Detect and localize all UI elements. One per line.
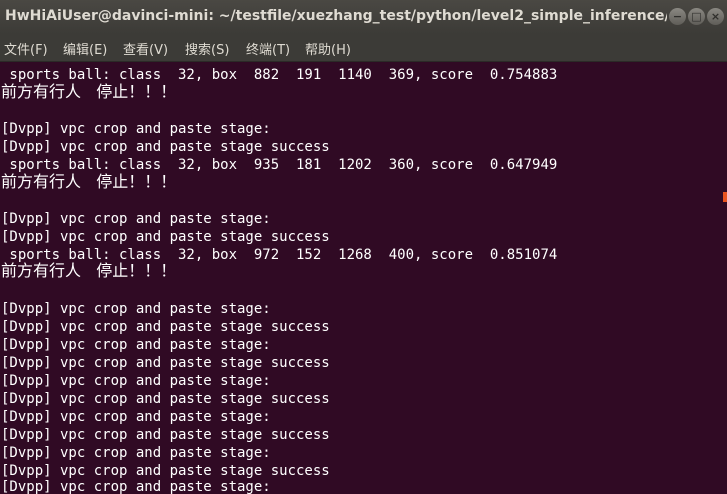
terminal-line: [Dvpp] vpc crop and paste stage: bbox=[1, 445, 271, 461]
terminal-output[interactable]: sports ball: class 32, box 882 191 1140 … bbox=[0, 62, 727, 494]
menu-search[interactable]: 搜索(S) bbox=[185, 39, 229, 58]
terminal-line: [Dvpp] vpc crop and paste stage success bbox=[1, 391, 330, 407]
menu-view[interactable]: 查看(V) bbox=[123, 39, 168, 58]
terminal-line: [Dvpp] vpc crop and paste stage success bbox=[1, 139, 330, 155]
terminal-line: [Dvpp] vpc crop and paste stage: bbox=[1, 121, 271, 137]
close-button[interactable]: × bbox=[707, 8, 724, 25]
terminal-line: 前方有行人 停止！！！ bbox=[1, 261, 177, 280]
terminal-line: 前方有行人 停止！！！ bbox=[1, 82, 177, 101]
terminal-line: [Dvpp] vpc crop and paste stage: bbox=[1, 301, 271, 317]
menu-file[interactable]: 文件(F) bbox=[4, 39, 48, 58]
terminal-line: [Dvpp] vpc crop and paste stage: bbox=[1, 211, 271, 227]
terminal-line: [Dvpp] vpc crop and paste stage success bbox=[1, 319, 330, 335]
terminal-line: [Dvpp] vpc crop and paste stage: bbox=[1, 409, 271, 425]
terminal-line: [Dvpp] vpc crop and paste stage success bbox=[1, 229, 330, 245]
menu-terminal[interactable]: 终端(T) bbox=[246, 39, 290, 58]
maximize-button[interactable]: □ bbox=[688, 8, 705, 25]
minimize-button[interactable]: − bbox=[669, 8, 686, 25]
terminal-line: [Dvpp] vpc crop and paste stage: bbox=[1, 337, 271, 353]
terminal-line: [Dvpp] vpc crop and paste stage: bbox=[1, 479, 271, 494]
terminal-line: 前方有行人 停止！！！ bbox=[1, 172, 177, 191]
window-title: HwHiAiUser@davinci-mini: ~/testfile/xuez… bbox=[5, 8, 667, 24]
menu-help[interactable]: 帮助(H) bbox=[305, 39, 351, 58]
scroll-position-marker bbox=[723, 192, 727, 202]
terminal-line: [Dvpp] vpc crop and paste stage success bbox=[1, 355, 330, 371]
menu-bar: 文件(F) 编辑(E) 查看(V) 搜索(S) 终端(T) 帮助(H) bbox=[0, 34, 727, 62]
terminal-line: [Dvpp] vpc crop and paste stage success bbox=[1, 427, 330, 443]
terminal-line: [Dvpp] vpc crop and paste stage: bbox=[1, 373, 271, 389]
menu-edit[interactable]: 编辑(E) bbox=[63, 39, 107, 58]
window-titlebar[interactable]: HwHiAiUser@davinci-mini: ~/testfile/xuez… bbox=[0, 0, 727, 34]
